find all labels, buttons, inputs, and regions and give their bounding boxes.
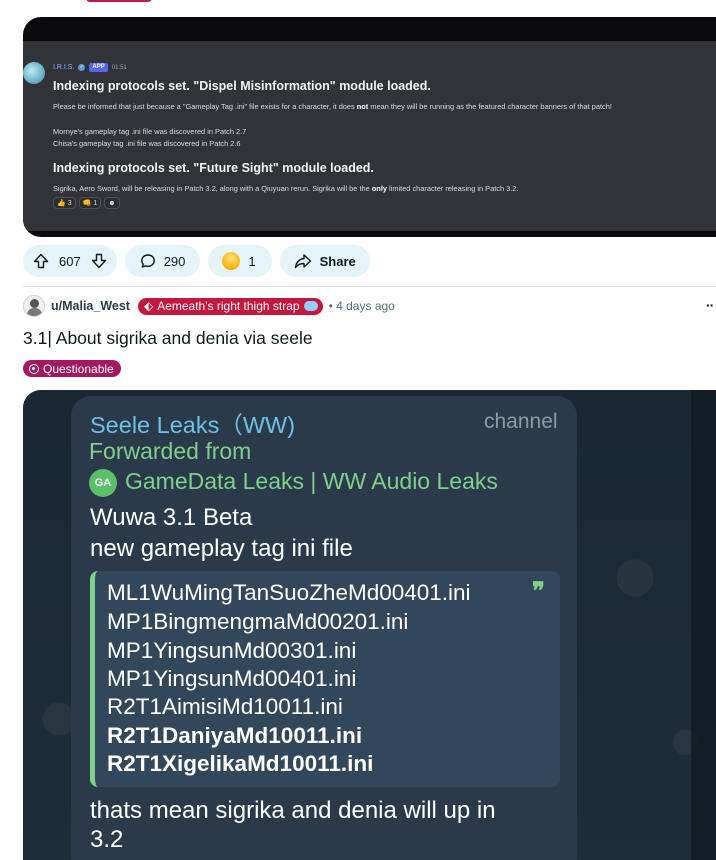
downvote-icon[interactable] xyxy=(91,253,107,269)
post-title[interactable]: 3.1| About sigrika and denia via seele xyxy=(23,328,313,349)
reaction-fist-bump: 👊 1 xyxy=(78,197,102,209)
fist-bump-icon: 👊 xyxy=(82,200,92,207)
message-footer-1: thats mean sigrika and denia will up in xyxy=(90,797,496,824)
flair-diamond-icon: ⬖ xyxy=(143,299,154,313)
bot-name: I.R.I.S. xyxy=(53,64,75,71)
discord-message-header: I.R.I.S. ✓ APP 01:51 xyxy=(53,63,127,72)
post-flair-text: Questionable xyxy=(43,361,114,376)
file-item: MP1YingsunMd00401.ini xyxy=(107,666,357,691)
user-flair: ⬖ Aemeath's right thigh strap xyxy=(137,297,323,315)
post-image-telegram[interactable]: Seele Leaks（WW) channel Forwarded from G… xyxy=(23,390,716,860)
smiley-icon: ☻ xyxy=(108,199,116,207)
vote-count: 607 xyxy=(59,253,81,269)
share-icon xyxy=(294,254,311,269)
message-line-2: new gameplay tag ini file xyxy=(90,535,353,562)
flair-emblem-icon xyxy=(303,301,318,311)
question-flair-icon xyxy=(29,363,39,374)
award-count: 1 xyxy=(248,253,256,269)
reactions: 👍 3 👊 1 ☻ xyxy=(53,197,120,209)
reaction-count: 1 xyxy=(93,199,98,207)
message-time: 01:51 xyxy=(111,64,127,71)
bot-avatar xyxy=(23,62,45,84)
vote-control: 607 xyxy=(23,245,117,277)
line-mornye: Mornye's gameplay tag .ini file was disc… xyxy=(53,127,247,136)
comment-icon xyxy=(140,254,155,268)
file-item: MP1YingsunMd00301.ini xyxy=(107,638,357,663)
chat-edge xyxy=(691,390,716,860)
source-avatar: GA xyxy=(89,469,117,497)
channel-tag: channel xyxy=(484,410,558,433)
previous-post-flair xyxy=(86,0,152,2)
channel-name: Seele Leaks（WW) xyxy=(90,412,296,438)
message-footer-2: 3.2 xyxy=(90,826,124,853)
reaction-count: 3 xyxy=(67,199,72,207)
username-link[interactable]: u/Malia_West xyxy=(51,299,130,313)
post-meta: • 4 days ago xyxy=(328,299,395,313)
comment-count: 290 xyxy=(163,253,186,269)
user-flair-text: Aemeath's right thigh strap xyxy=(157,299,300,313)
reaction-smiley: ☻ xyxy=(104,197,120,209)
overflow-menu-icon[interactable]: ·· xyxy=(706,297,714,313)
line-chisa: Chisa's gameplay tag .ini file was disco… xyxy=(53,139,241,148)
file-item: MP1BingmengmaMd00201.ini xyxy=(107,609,409,634)
share-button[interactable]: Share xyxy=(279,245,370,277)
reaction-thumbs-up: 👍 3 xyxy=(53,197,76,209)
paragraph-gameplay-tag: Please be informed that just because a "… xyxy=(53,102,612,111)
file-item: R2T1AimisiMd10011.ini xyxy=(107,694,343,719)
discord-message: I.R.I.S. ✓ APP 01:51 Indexing protocols … xyxy=(23,41,716,231)
app-badge: APP xyxy=(89,63,108,72)
post-action-bar: 607 290 1 Share xyxy=(23,245,370,277)
avatar[interactable] xyxy=(23,295,45,317)
heading-future-sight: Indexing protocols set. "Future Sight" m… xyxy=(53,161,374,175)
quote-icon: ❞ xyxy=(532,578,545,605)
heading-dispel: Indexing protocols set. "Dispel Misinfor… xyxy=(53,79,431,93)
post-image-discord[interactable]: I.R.I.S. ✓ APP 01:51 Indexing protocols … xyxy=(23,17,716,237)
forwarded-label: Forwarded from xyxy=(89,438,252,464)
post-header: u/Malia_West ⬖ Aemeath's right thigh str… xyxy=(23,295,395,317)
post-flair[interactable]: Questionable xyxy=(23,360,121,377)
thumbs-up-icon: 👍 xyxy=(57,200,66,207)
comments-button[interactable]: 290 xyxy=(124,245,201,277)
forwarded-source: GameData Leaks | WW Audio Leaks xyxy=(125,468,498,494)
message-line-1: Wuwa 3.1 Beta xyxy=(90,504,253,531)
file-item: R2T1DaniyaMd10011.ini xyxy=(107,723,363,748)
award-button[interactable]: 1 xyxy=(208,245,272,277)
paragraph-sigrika: Sigrika, Aero Sword, will be releasing i… xyxy=(53,184,519,193)
file-item: ML1WuMingTanSuoZheMd00401.ini xyxy=(107,580,471,605)
upvote-icon[interactable] xyxy=(33,253,49,269)
share-label: Share xyxy=(319,253,356,269)
verified-icon: ✓ xyxy=(78,64,86,71)
award-icon xyxy=(222,252,241,270)
file-item: R2T1XigelikaMd10011.ini xyxy=(107,751,374,776)
post-divider xyxy=(23,286,716,287)
post-time: 4 days ago xyxy=(336,299,395,313)
